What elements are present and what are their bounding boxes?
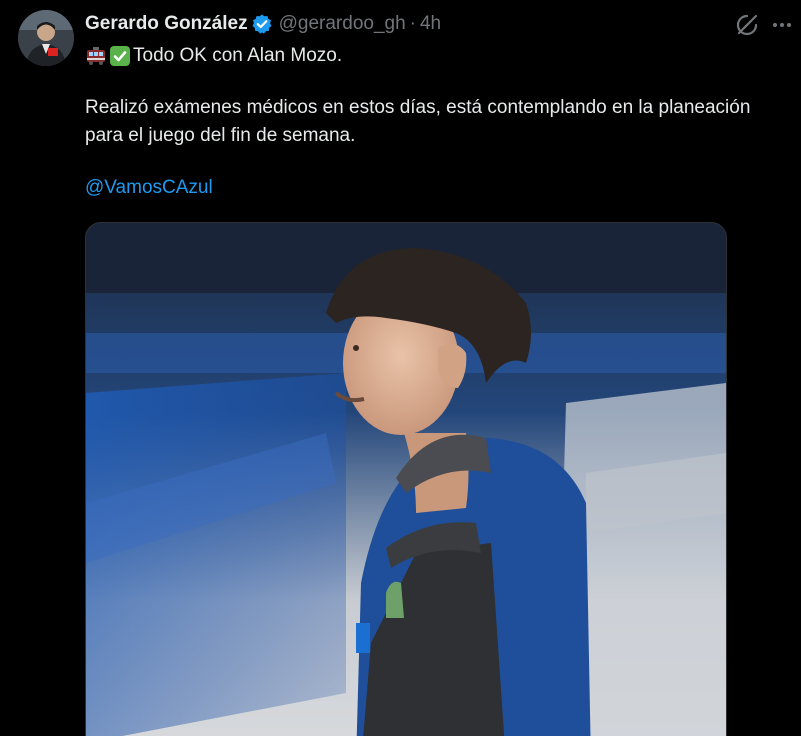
tweet-header: Gerardo González @gerardoo_gh · 4h xyxy=(85,12,441,36)
train-emoji xyxy=(85,45,107,67)
separator-dot: · xyxy=(409,13,416,34)
grok-icon[interactable] xyxy=(734,12,760,38)
tweet-text: Todo OK con Alan Mozo. Realizó exámenes … xyxy=(85,42,765,202)
tweet-card[interactable]: Gerardo González @gerardoo_gh · 4h Todo … xyxy=(0,0,801,736)
author-name[interactable]: Gerardo González xyxy=(85,13,248,35)
tweet-line1-text: Todo OK con Alan Mozo. xyxy=(133,45,343,66)
timestamp[interactable]: 4h xyxy=(420,13,441,35)
author-handle[interactable]: @gerardoo_gh xyxy=(279,13,406,35)
tweet-paragraph: Realizó exámenes médicos en estos días, … xyxy=(85,97,751,146)
tweet-photo[interactable] xyxy=(85,222,727,736)
tweet-first-line: Todo OK con Alan Mozo. xyxy=(85,42,765,70)
avatar[interactable] xyxy=(18,10,74,66)
mention-link[interactable]: @VamosCAzul xyxy=(85,174,765,202)
verified-badge-icon xyxy=(251,13,273,35)
check-mark-emoji xyxy=(109,45,131,67)
more-options-icon[interactable] xyxy=(771,14,793,36)
